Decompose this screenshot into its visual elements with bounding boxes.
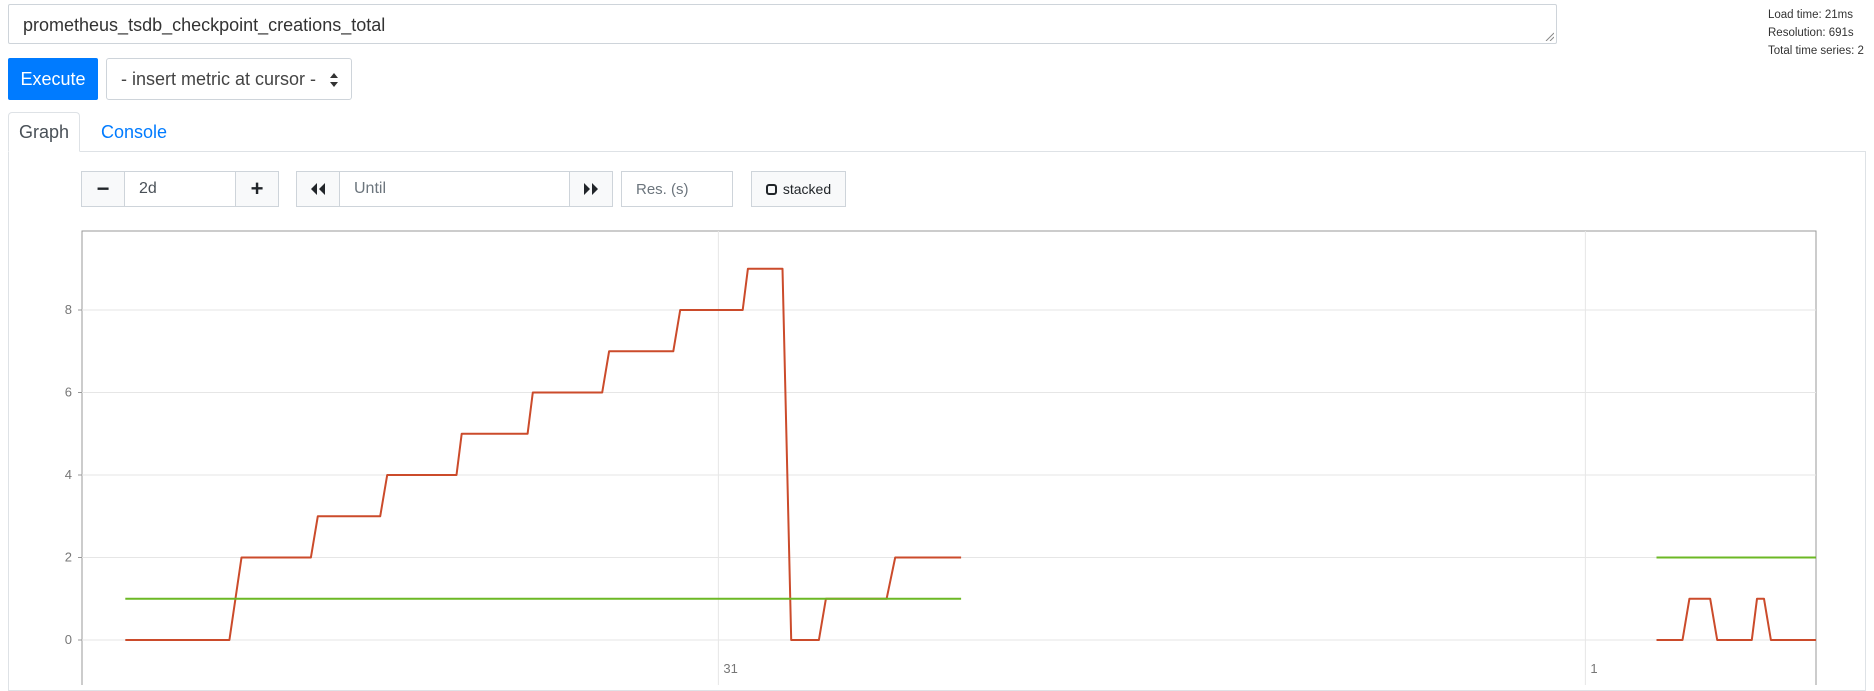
- y-tick-label: 2: [65, 550, 72, 565]
- series-line-1: [125, 267, 962, 641]
- y-tick-label: 6: [65, 385, 72, 400]
- y-tick-label: 4: [65, 467, 72, 482]
- x-tick-label: 1: [1590, 661, 1597, 676]
- x-tick-label: 31: [723, 661, 737, 676]
- y-tick-label: 8: [65, 302, 72, 317]
- series-line-1: [1656, 597, 1816, 641]
- y-tick-label: 0: [65, 632, 72, 647]
- plot-frame: [81, 230, 1817, 685]
- tab-graph[interactable]: Graph: [8, 112, 80, 152]
- time-series-chart: 0 2 4 6 8 31 1: [65, 230, 1817, 685]
